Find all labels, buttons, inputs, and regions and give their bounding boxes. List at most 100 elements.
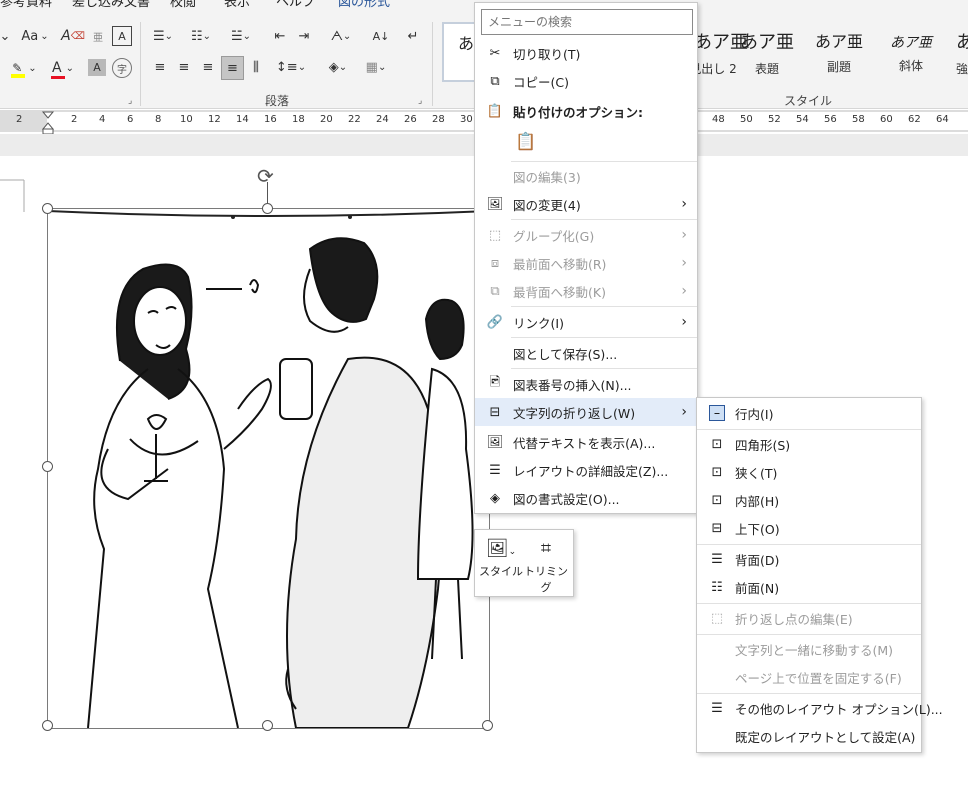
- submenu-item-label: 四角形(S): [735, 437, 791, 453]
- dialog-launcher-icon[interactable]: ⌟: [128, 96, 132, 106]
- align-center-icon[interactable]: ≡: [174, 57, 194, 77]
- edit-wrap-points: ⬚ 折り返し点の編集(E): [697, 604, 921, 632]
- ruler-tick: 58: [852, 114, 865, 125]
- menu-search-field[interactable]: [481, 9, 693, 35]
- rotate-handle-stem: [267, 182, 268, 204]
- decrease-indent-icon[interactable]: ⇤: [270, 26, 290, 46]
- char-shading-icon[interactable]: A: [88, 59, 106, 76]
- selected-picture[interactable]: [47, 208, 490, 729]
- chevron-down-icon: ⌄: [342, 30, 352, 42]
- menu-item-copy[interactable]: ⧉ コピー(C): [475, 67, 697, 95]
- send-back-icon: ⧉: [490, 283, 500, 299]
- bullets-button[interactable]: ☰ ⌄: [148, 26, 178, 46]
- multilevel-list-button[interactable]: ☱ ⌄: [226, 26, 256, 46]
- numbering-button[interactable]: ☷ ⌄: [186, 26, 216, 46]
- shading-button[interactable]: ◈ ⌄: [322, 57, 354, 77]
- menu-item-layout-settings[interactable]: ☰ レイアウトの詳細設定(Z)...: [475, 456, 697, 484]
- menu-item-bring-front: ⧈ 最前面へ移動(R) ›: [475, 249, 697, 277]
- align-right-icon[interactable]: ≡: [198, 57, 218, 77]
- show-marks-icon[interactable]: ↵: [402, 26, 424, 46]
- menu-item-alt-text[interactable]: 🖼 代替テキストを表示(A)...: [475, 428, 697, 456]
- sort-icon[interactable]: A↓: [370, 26, 392, 46]
- tab-references[interactable]: 参考資料: [0, 0, 52, 10]
- align-left-icon[interactable]: ≡: [150, 57, 170, 77]
- tab-view[interactable]: 表示: [224, 0, 250, 10]
- wrap-inline[interactable]: ⎯ 行内(I): [697, 399, 921, 427]
- justify-icon[interactable]: ≡: [221, 56, 244, 80]
- style-sample: あア亜: [814, 32, 863, 51]
- line-spacing-button[interactable]: ↕≡ ⌄: [276, 57, 306, 77]
- resize-handle-n[interactable]: [262, 203, 273, 214]
- text-direction-button[interactable]: ᗅ ⌄: [326, 26, 356, 46]
- style-emphasis-item[interactable]: あア亜 斜体: [880, 14, 942, 80]
- menu-item-save-as-picture[interactable]: 図として保存(S)...: [475, 339, 697, 367]
- style-title-item[interactable]: あア亜 表題: [736, 14, 798, 80]
- char-border-icon[interactable]: A: [112, 26, 132, 46]
- picture-style-button[interactable]: 🖼⌄ スタイル: [479, 534, 523, 590]
- wrap-through[interactable]: ⊡ 内部(H): [697, 486, 921, 514]
- enclose-char-icon[interactable]: 字: [112, 58, 132, 78]
- resize-handle-se[interactable]: [482, 720, 493, 731]
- ruler-tick: 16: [264, 114, 277, 125]
- style-name: 副題: [826, 60, 851, 74]
- rotate-handle-icon[interactable]: ⟳: [257, 164, 274, 188]
- wrap-behind-text[interactable]: ☰ 背面(D): [697, 545, 921, 573]
- menu-item-change-picture[interactable]: 🖼 図の変更(4) ›: [475, 190, 697, 218]
- style-strong-item[interactable]: あ 強: [944, 14, 968, 80]
- more-layout-options[interactable]: ☰ その他のレイアウト オプション(L)...: [697, 694, 942, 722]
- chevron-down-icon[interactable]: ⌄: [0, 27, 10, 45]
- borders-button[interactable]: ▦ ⌄: [360, 57, 392, 77]
- increase-indent-icon[interactable]: ⇥: [294, 26, 314, 46]
- wrap-square[interactable]: ⊡ 四角形(S): [697, 430, 921, 458]
- highlight-color-button[interactable]: ✎ ⌄: [10, 58, 38, 78]
- submenu-item-label: 行内(I): [735, 406, 774, 422]
- woman-figure: [87, 263, 272, 728]
- numbering-icon: ☷: [190, 28, 203, 44]
- wrap-top-bottom-icon: ⊟: [711, 520, 723, 536]
- chevron-down-icon: ⌄: [377, 61, 387, 73]
- tab-mailings[interactable]: 差し込み文書: [72, 0, 150, 10]
- wrap-in-front[interactable]: ☷ 前面(N): [697, 573, 921, 601]
- menu-item-link[interactable]: 🔗 リンク(I) ›: [475, 308, 697, 336]
- menu-search-input[interactable]: [486, 11, 690, 33]
- menu-item-label: 貼り付けのオプション:: [513, 104, 643, 120]
- tab-picture-format[interactable]: 図の形式: [338, 0, 390, 10]
- menu-separator: [511, 368, 697, 369]
- tab-help[interactable]: ヘルプ: [276, 0, 315, 10]
- set-as-default-layout[interactable]: 既定のレイアウトとして設定(A): [697, 722, 921, 750]
- font-color-button[interactable]: A ⌄: [48, 58, 78, 79]
- wrap-behind-icon: ☰: [711, 551, 723, 567]
- menu-item-format-picture[interactable]: ◈ 図の書式設定(O)...: [475, 484, 697, 512]
- ruler-tick: 54: [796, 114, 809, 125]
- multilevel-list-icon: ☱: [230, 28, 243, 44]
- resize-handle-s[interactable]: [262, 720, 273, 731]
- copy-icon: ⧉: [490, 73, 500, 89]
- wrap-tight[interactable]: ⊡ 狭く(T): [697, 458, 921, 486]
- ruler-tick: 64: [936, 114, 949, 125]
- ruler-tick: 48: [712, 114, 725, 125]
- chevron-right-icon: ›: [681, 227, 687, 243]
- paste-keep-format-icon[interactable]: 📋: [513, 129, 539, 155]
- change-case-label: Aa: [21, 28, 39, 44]
- phonetic-guide-icon[interactable]: 亜: [88, 26, 108, 46]
- clear-format-icon[interactable]: A ⌫: [61, 26, 85, 46]
- crop-icon: ⌗: [540, 538, 552, 559]
- submenu-item-label: 前面(N): [735, 580, 780, 596]
- crop-button[interactable]: ⌗ トリミング: [523, 534, 569, 594]
- change-case-button[interactable]: Aa ⌄: [18, 26, 52, 46]
- style-subtitle-item[interactable]: あア亜 副題: [808, 14, 870, 80]
- wrap-top-bottom[interactable]: ⊟ 上下(O): [697, 514, 921, 542]
- resize-handle-w[interactable]: [42, 461, 53, 472]
- indent-marker-icon[interactable]: [40, 110, 56, 136]
- tab-review[interactable]: 校閲: [170, 0, 196, 10]
- distributed-icon[interactable]: ⫼: [246, 57, 266, 77]
- menu-item-label: 図の変更(4): [513, 197, 581, 213]
- dialog-launcher-icon[interactable]: ⌟: [418, 96, 422, 106]
- menu-item-label: 最前面へ移動(R): [513, 256, 607, 272]
- menu-item-insert-caption[interactable]: 🖻 図表番号の挿入(N)...: [475, 370, 697, 398]
- resize-handle-sw[interactable]: [42, 720, 53, 731]
- resize-handle-nw[interactable]: [42, 203, 53, 214]
- menu-item-cut[interactable]: ✂ 切り取り(T): [475, 39, 697, 67]
- menu-item-wrap-text[interactable]: ⊟ 文字列の折り返し(W) ›: [475, 398, 697, 426]
- bring-front-icon: ⧈: [490, 255, 500, 271]
